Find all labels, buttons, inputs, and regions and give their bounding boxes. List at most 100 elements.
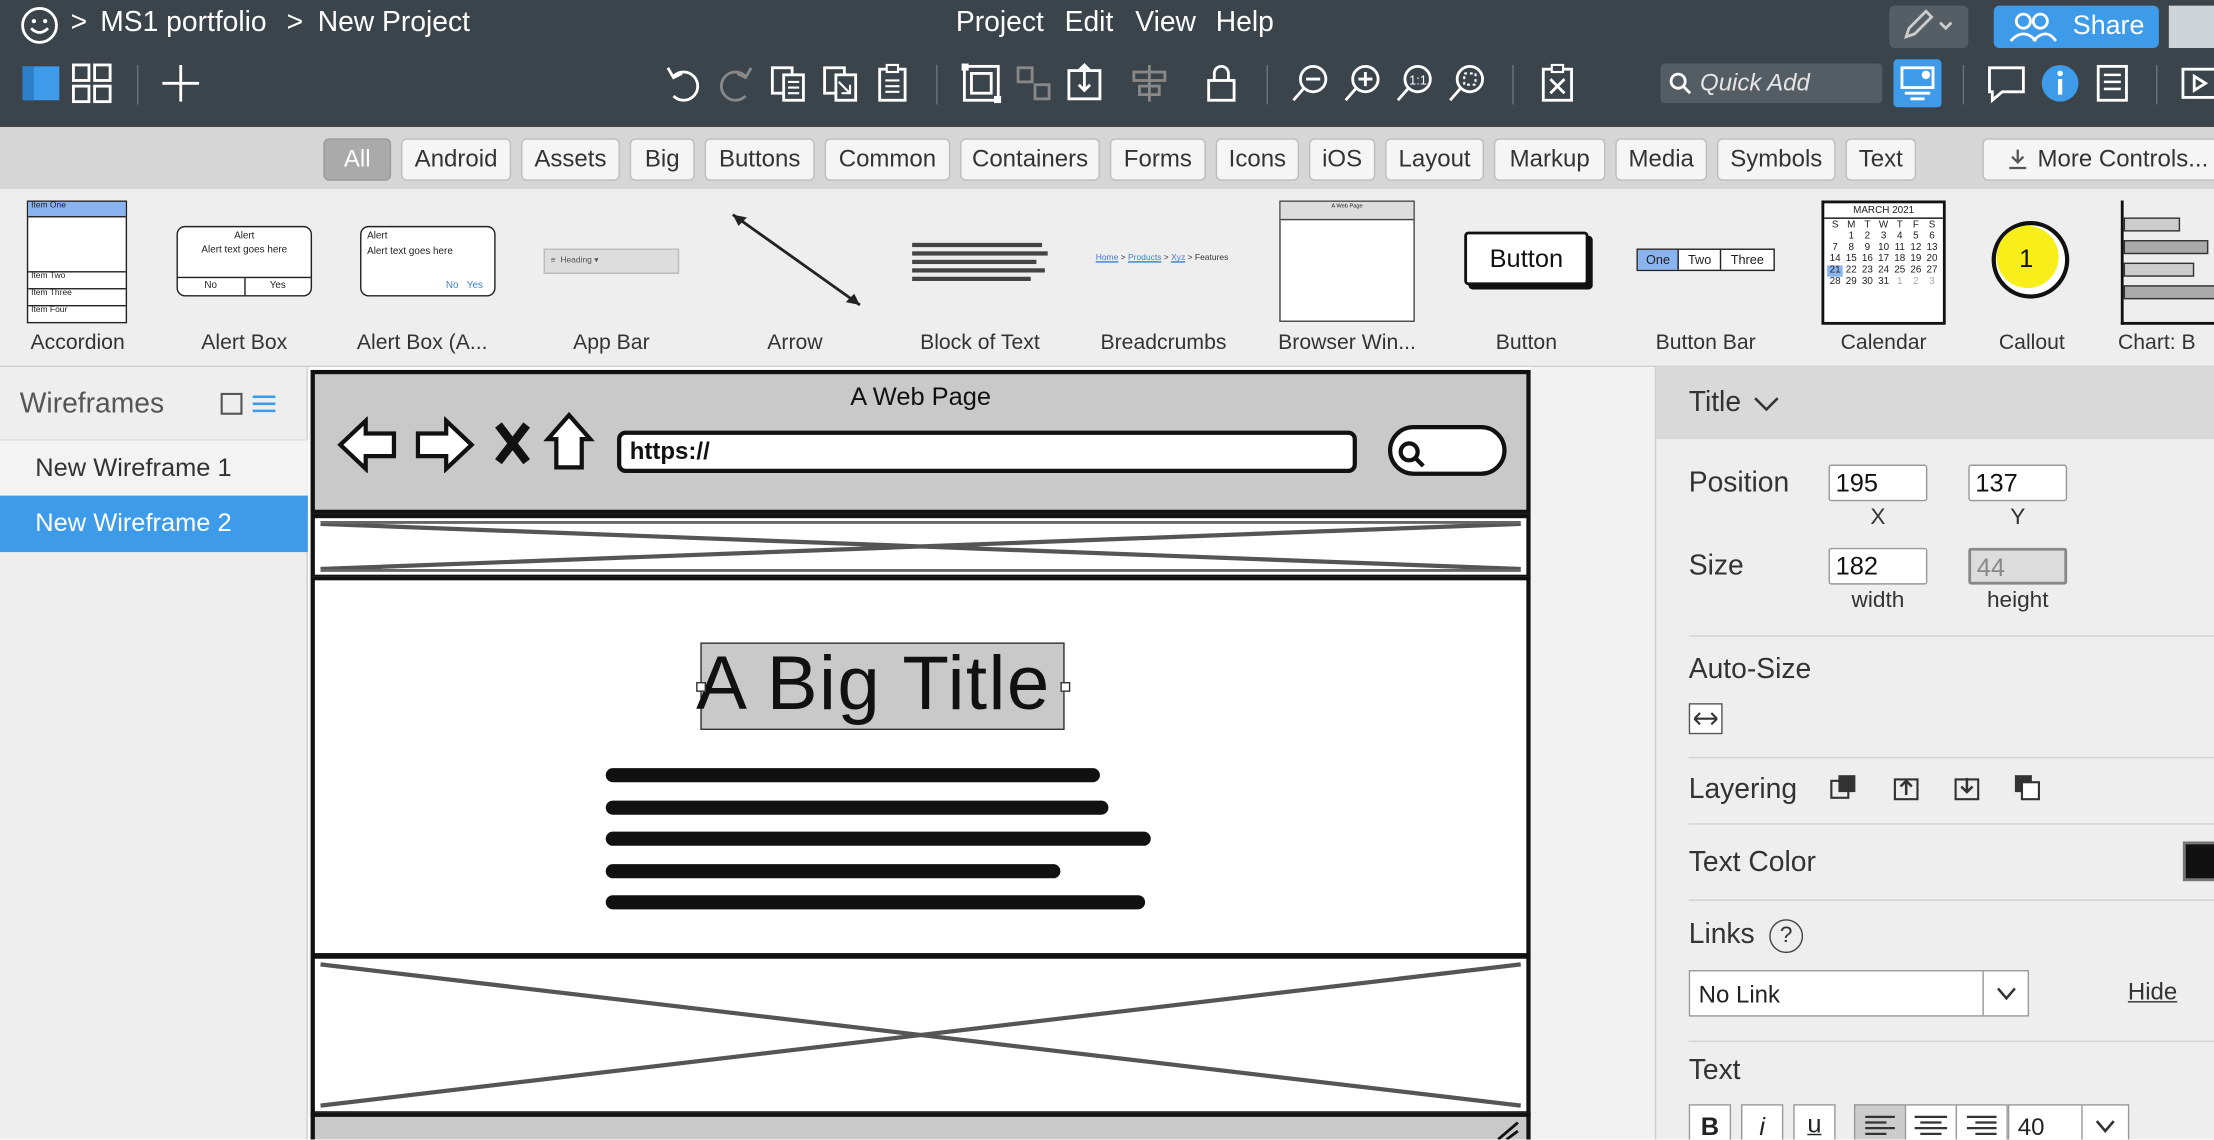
zoom-fit-icon[interactable] bbox=[1443, 59, 1491, 107]
library-item-app-bar[interactable]: ≡ Heading ▾ App Bar bbox=[534, 189, 689, 367]
italic-button[interactable]: i bbox=[1740, 1104, 1784, 1140]
library-item-breadcrumbs[interactable]: Home > Products > Xyz > Features Breadcr… bbox=[1084, 189, 1242, 367]
comment-icon[interactable] bbox=[1982, 59, 2030, 107]
redo-icon[interactable] bbox=[712, 59, 760, 107]
zoom-actual-icon[interactable]: 1:1 bbox=[1391, 59, 1439, 107]
avatar[interactable] bbox=[2168, 5, 2214, 49]
send-backward-icon[interactable] bbox=[1951, 772, 1982, 803]
group-icon[interactable] bbox=[957, 59, 1005, 107]
notes-icon[interactable] bbox=[2088, 59, 2136, 107]
resize-handle[interactable] bbox=[1060, 681, 1071, 692]
menu-edit[interactable]: Edit bbox=[1065, 7, 1114, 39]
canvas[interactable]: A Web Page https:// A Big Title bbox=[309, 367, 1655, 1140]
big-title-selected[interactable]: A Big Title bbox=[696, 641, 1071, 730]
hide-link[interactable]: Hide bbox=[2128, 979, 2177, 1007]
menu-help[interactable]: Help bbox=[1216, 7, 1274, 39]
library-item-alert-box[interactable]: Alert Alert text goes here No Yes Alert … bbox=[167, 189, 322, 367]
filter-containers[interactable]: Containers bbox=[960, 138, 1100, 181]
zoom-out-icon[interactable] bbox=[1286, 59, 1334, 107]
share-button[interactable]: Share bbox=[1993, 5, 2159, 49]
library-item-block-of-text[interactable]: Block of Text bbox=[901, 189, 1059, 367]
filter-text[interactable]: Text bbox=[1845, 138, 1917, 181]
calendar-day: 2 bbox=[1913, 276, 1919, 287]
accordion-item: Item Two bbox=[28, 271, 126, 288]
bring-to-front-icon[interactable] bbox=[1829, 772, 1860, 803]
filter-layout[interactable]: Layout bbox=[1385, 138, 1485, 181]
thumbnail-view-icon[interactable] bbox=[220, 392, 243, 416]
filter-symbols[interactable]: Symbols bbox=[1716, 138, 1836, 181]
list-view-icon[interactable] bbox=[251, 393, 276, 416]
library-item-callout[interactable]: 1 Callout bbox=[1971, 189, 2092, 367]
font-size-select[interactable]: 40 bbox=[2007, 1104, 2130, 1140]
info-icon[interactable] bbox=[2036, 59, 2084, 107]
x-input[interactable]: 195 bbox=[1828, 464, 1928, 502]
filter-assets[interactable]: Assets bbox=[521, 138, 620, 181]
add-icon[interactable] bbox=[157, 59, 205, 107]
ui-library-icon[interactable] bbox=[1893, 59, 1942, 108]
library-item-accordion[interactable]: Item One Item Two Item Three Item Four A… bbox=[0, 189, 155, 367]
width-input[interactable]: 182 bbox=[1828, 547, 1928, 585]
send-to-back-icon[interactable] bbox=[2012, 772, 2043, 803]
y-input[interactable]: 137 bbox=[1968, 464, 2068, 502]
smiley-logo-icon[interactable] bbox=[20, 6, 60, 46]
filter-markup[interactable]: Markup bbox=[1493, 138, 1606, 181]
library-item-button-bar[interactable]: One Two Three Button Bar bbox=[1627, 189, 1785, 367]
ungroup-icon[interactable] bbox=[1010, 59, 1058, 107]
library-item-chart-bar[interactable]: Chart: B bbox=[2112, 189, 2214, 367]
align-left-icon bbox=[1865, 1115, 1895, 1135]
filter-buttons[interactable]: Buttons bbox=[704, 138, 815, 181]
filter-all[interactable]: All bbox=[323, 138, 392, 181]
copy-icon[interactable] bbox=[764, 59, 812, 107]
align-center-button[interactable] bbox=[1904, 1104, 1958, 1140]
more-controls-button[interactable]: More Controls... bbox=[1982, 138, 2214, 181]
menu-view[interactable]: View bbox=[1135, 7, 1196, 39]
filter-media[interactable]: Media bbox=[1615, 138, 1708, 181]
filter-forms[interactable]: Forms bbox=[1109, 138, 1206, 181]
bold-button[interactable]: B bbox=[1688, 1104, 1732, 1140]
library-item-browser-window[interactable]: A Web Page Browser Win... bbox=[1268, 189, 1426, 367]
delete-icon[interactable] bbox=[1533, 59, 1581, 107]
wireframe-item[interactable]: New Wireframe 1 bbox=[0, 439, 308, 496]
filter-icons[interactable]: Icons bbox=[1215, 138, 1300, 181]
filter-android[interactable]: Android bbox=[401, 138, 512, 181]
quick-add-placeholder: Quick Add bbox=[1700, 69, 1810, 97]
help-icon[interactable]: ? bbox=[1769, 919, 1804, 954]
align-icon[interactable] bbox=[1125, 59, 1173, 107]
bring-forward-icon[interactable] bbox=[1891, 772, 1922, 803]
align-right-button[interactable] bbox=[1955, 1104, 2008, 1140]
breadcrumb-current[interactable]: New Project bbox=[318, 7, 470, 39]
edit-mode-button[interactable] bbox=[1889, 5, 1969, 49]
resize-icon[interactable] bbox=[1062, 59, 1110, 107]
clipboard-icon[interactable] bbox=[868, 59, 916, 107]
grid-view-icon[interactable] bbox=[68, 59, 116, 107]
single-view-icon[interactable] bbox=[17, 59, 65, 107]
undo-icon[interactable] bbox=[659, 59, 707, 107]
lock-icon[interactable] bbox=[1197, 59, 1245, 107]
filter-big[interactable]: Big bbox=[629, 138, 695, 181]
menu-project[interactable]: Project bbox=[956, 7, 1044, 39]
library-item-button[interactable]: Button Button bbox=[1449, 189, 1604, 367]
library-item-calendar[interactable]: MARCH 2021 S M T W T F S 1 2 3 4 5 6 7 8 9 10 11 12 13 14 15 1… bbox=[1810, 189, 1957, 367]
autosize-toggle[interactable] bbox=[1688, 703, 1723, 735]
present-icon[interactable] bbox=[2174, 59, 2214, 107]
resize-handle[interactable] bbox=[696, 681, 706, 692]
font-size-value: 40 bbox=[2017, 1114, 2045, 1140]
wireframe-item-selected[interactable]: New Wireframe 2 bbox=[0, 495, 308, 553]
filter-ios[interactable]: iOS bbox=[1308, 138, 1376, 181]
zoom-in-icon[interactable] bbox=[1339, 59, 1387, 107]
library-item-alert-box-alt[interactable]: Alert Alert text goes here No Yes Alert … bbox=[345, 189, 500, 367]
align-left-button[interactable] bbox=[1853, 1104, 1907, 1140]
underline-button[interactable]: u bbox=[1793, 1104, 1836, 1140]
text-color-swatch[interactable] bbox=[2182, 841, 2214, 882]
calendar-day: 17 bbox=[1878, 254, 1890, 265]
quick-add-input[interactable]: Quick Add bbox=[1660, 63, 1883, 104]
link-select[interactable]: No Link bbox=[1688, 970, 2030, 1017]
wireframes-panel: Wireframes New Wireframe 1 New Wireframe… bbox=[0, 367, 308, 1140]
breadcrumb-project[interactable]: MS1 portfolio bbox=[100, 7, 266, 39]
library-item-arrow[interactable]: Arrow bbox=[717, 189, 872, 367]
library-item-label: Breadcrumbs bbox=[1100, 330, 1227, 355]
cut-paste-icon[interactable] bbox=[816, 59, 864, 107]
properties-header[interactable]: Title bbox=[1656, 367, 2214, 440]
height-input[interactable]: 44 bbox=[1968, 547, 2068, 585]
filter-common[interactable]: Common bbox=[824, 138, 951, 181]
